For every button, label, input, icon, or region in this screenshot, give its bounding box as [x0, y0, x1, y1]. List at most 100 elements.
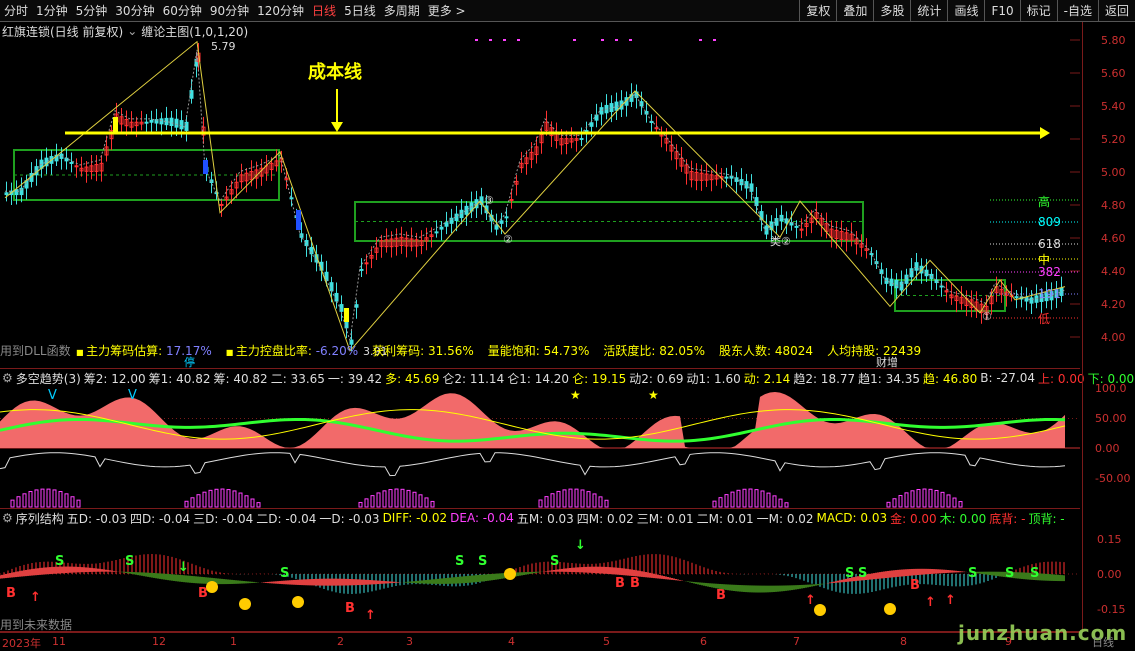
- stat-item: 活跃度比: 82.05%: [603, 342, 705, 359]
- volume-hist: [539, 500, 542, 507]
- period-tab[interactable]: 30分钟: [111, 0, 158, 22]
- toolbar-button[interactable]: 标记: [1020, 0, 1057, 22]
- sell-signal: S: [125, 554, 134, 569]
- date-tick: 8: [900, 635, 907, 648]
- toolbar-button[interactable]: 统计: [910, 0, 947, 22]
- settings-icon[interactable]: ⚙: [2, 371, 13, 385]
- sell-signal: S: [1005, 566, 1014, 581]
- period-tab[interactable]: 分时: [0, 0, 32, 22]
- stat-item: 人均持股: 22439: [827, 342, 921, 359]
- period-tab[interactable]: 90分钟: [206, 0, 253, 22]
- toolbar-button[interactable]: 叠加: [836, 0, 873, 22]
- volume-hist: [239, 493, 242, 507]
- sequence-structure-name[interactable]: 序列结构: [16, 510, 64, 527]
- stock-title[interactable]: 红旗连锁(日线 前复权): [2, 23, 123, 40]
- volume-hist: [905, 493, 908, 507]
- sell-signal: S: [858, 566, 867, 581]
- volume-hist: [17, 497, 20, 507]
- candle-body: [650, 121, 653, 122]
- circle-label-3: ③: [484, 194, 494, 207]
- candle-body: [870, 254, 873, 255]
- sequence-structure-chart[interactable]: S SSS S SS S S S SBB BBBBB↑↓↓↑↑ ↑↑: [0, 509, 1080, 632]
- toolbar-button[interactable]: 多股: [873, 0, 910, 22]
- price-tick: 5.60: [1101, 67, 1126, 80]
- stat-item: 股东人数: 48024: [719, 342, 813, 359]
- period-tab[interactable]: 多周期: [380, 0, 424, 22]
- candle-body: [325, 272, 328, 280]
- period-tab[interactable]: 日线: [308, 0, 340, 22]
- volume-hist: [563, 490, 566, 507]
- top-marker: [629, 39, 632, 41]
- date-tick: 2: [337, 635, 344, 648]
- period-tab[interactable]: 60分钟: [159, 0, 206, 22]
- candle-body: [500, 221, 503, 224]
- volume-hist: [395, 489, 398, 507]
- stat-key: 主力筹码估算:: [86, 344, 166, 358]
- volume-hist: [251, 499, 254, 507]
- candle-body: [1015, 297, 1018, 298]
- period-tab[interactable]: 更多 >: [424, 0, 470, 22]
- trend-indicator-header: ⚙ 多空趋势(3) 筹2: 12.00 筹1: 40.82 筹: 40.82 二: 3…: [2, 370, 1134, 386]
- settings-icon-2[interactable]: ⚙: [2, 511, 13, 525]
- volume-hist: [371, 496, 374, 507]
- volume-hist: [929, 489, 932, 507]
- candle-body: [600, 108, 603, 114]
- signal-bar: [203, 160, 208, 174]
- top-marker: [503, 39, 506, 41]
- volume-hist: [185, 501, 188, 507]
- candle-body: [890, 279, 893, 285]
- date-tick: 5: [603, 635, 610, 648]
- toolbar-button[interactable]: 返回: [1098, 0, 1135, 22]
- volume-hist: [23, 494, 26, 507]
- period-tab[interactable]: 5日线: [340, 0, 380, 22]
- toolbar-button[interactable]: F10: [984, 0, 1019, 22]
- candle-body: [70, 162, 73, 163]
- date-tick: 1: [230, 635, 237, 648]
- trend-indicator-name[interactable]: 多空趋势(3): [16, 370, 81, 387]
- period-tab[interactable]: 120分钟: [253, 0, 308, 22]
- stat-key: 量能饱和:: [488, 344, 544, 358]
- candlestick-chart[interactable]: [0, 22, 1080, 369]
- volume-hist: [953, 498, 956, 507]
- signal-arrow: ↑: [945, 593, 956, 608]
- volume-hist: [593, 494, 596, 507]
- date-tick: 11: [52, 635, 66, 648]
- toolbar-button[interactable]: -自选: [1057, 0, 1098, 22]
- period-tab[interactable]: 1分钟: [32, 0, 72, 22]
- signal-arrow: ↑: [30, 590, 41, 605]
- indicator-value: 动1: 1.60: [687, 370, 741, 387]
- trend-indicator-chart[interactable]: V V ★ ★: [0, 369, 1080, 509]
- indicator-name[interactable]: 缠论主图(1,0,1,20): [141, 23, 248, 40]
- volume-hist: [725, 495, 728, 507]
- period-tab[interactable]: 5分钟: [72, 0, 112, 22]
- volume-hist: [731, 492, 734, 507]
- indicator-value: 仑: 19.15: [572, 370, 626, 387]
- volume-hist: [59, 492, 62, 507]
- volume-hist: [41, 489, 44, 507]
- volume-hist: [425, 498, 428, 507]
- candle-body: [895, 280, 898, 287]
- trend-indicator-panel[interactable]: V V ★ ★ ⚙ 多空趋势(3) 筹2: 12.00 筹1: 40.82 筹: 40.8…: [0, 369, 1080, 509]
- sequence-tick: -0.15: [1097, 603, 1125, 616]
- candle-body: [5, 193, 8, 195]
- price-panel[interactable]: 红旗连锁(日线 前复权) ⌄ 缠论主图(1,0,1,20) 成本线 5.79 3…: [0, 22, 1080, 369]
- volume-hist: [413, 492, 416, 507]
- chart-window: 分时 1分钟 5分钟 30分钟 60分钟 90分钟 120分钟 日线 5日线 多周期 更多 > 复权…: [0, 0, 1135, 651]
- indicator-dropdown-icon[interactable]: ⌄: [127, 24, 137, 38]
- indicator-value: 一M: 0.02: [757, 510, 814, 527]
- dll-hint: 用到DLL函数: [0, 342, 71, 359]
- volume-hist: [959, 502, 962, 507]
- trend-axis: 100.0 50.00 0.00 -50.00: [1082, 369, 1135, 509]
- indicator-value: 四M: 0.02: [577, 510, 634, 527]
- stat-item: ■ 主力控盘比率: -6.20%: [226, 342, 358, 359]
- indicator-value: 趋1: 34.35: [858, 370, 920, 387]
- toolbar-button[interactable]: 画线: [947, 0, 984, 22]
- volume-hist: [221, 489, 224, 507]
- volume-hist: [749, 489, 752, 507]
- smiley-icon: [206, 581, 218, 593]
- sequence-structure-panel[interactable]: S S S S S S S S S S S B B B B B B B ↑ ↓ ↓ ↑ ↑ ↑ ↑ ⚙ 序列结构 五D: -0.…: [0, 509, 1080, 632]
- candle-body: [220, 204, 223, 205]
- volume-hist: [713, 501, 716, 507]
- indicator-value: 二: 33.65: [271, 370, 325, 387]
- toolbar-button[interactable]: 复权: [799, 0, 836, 22]
